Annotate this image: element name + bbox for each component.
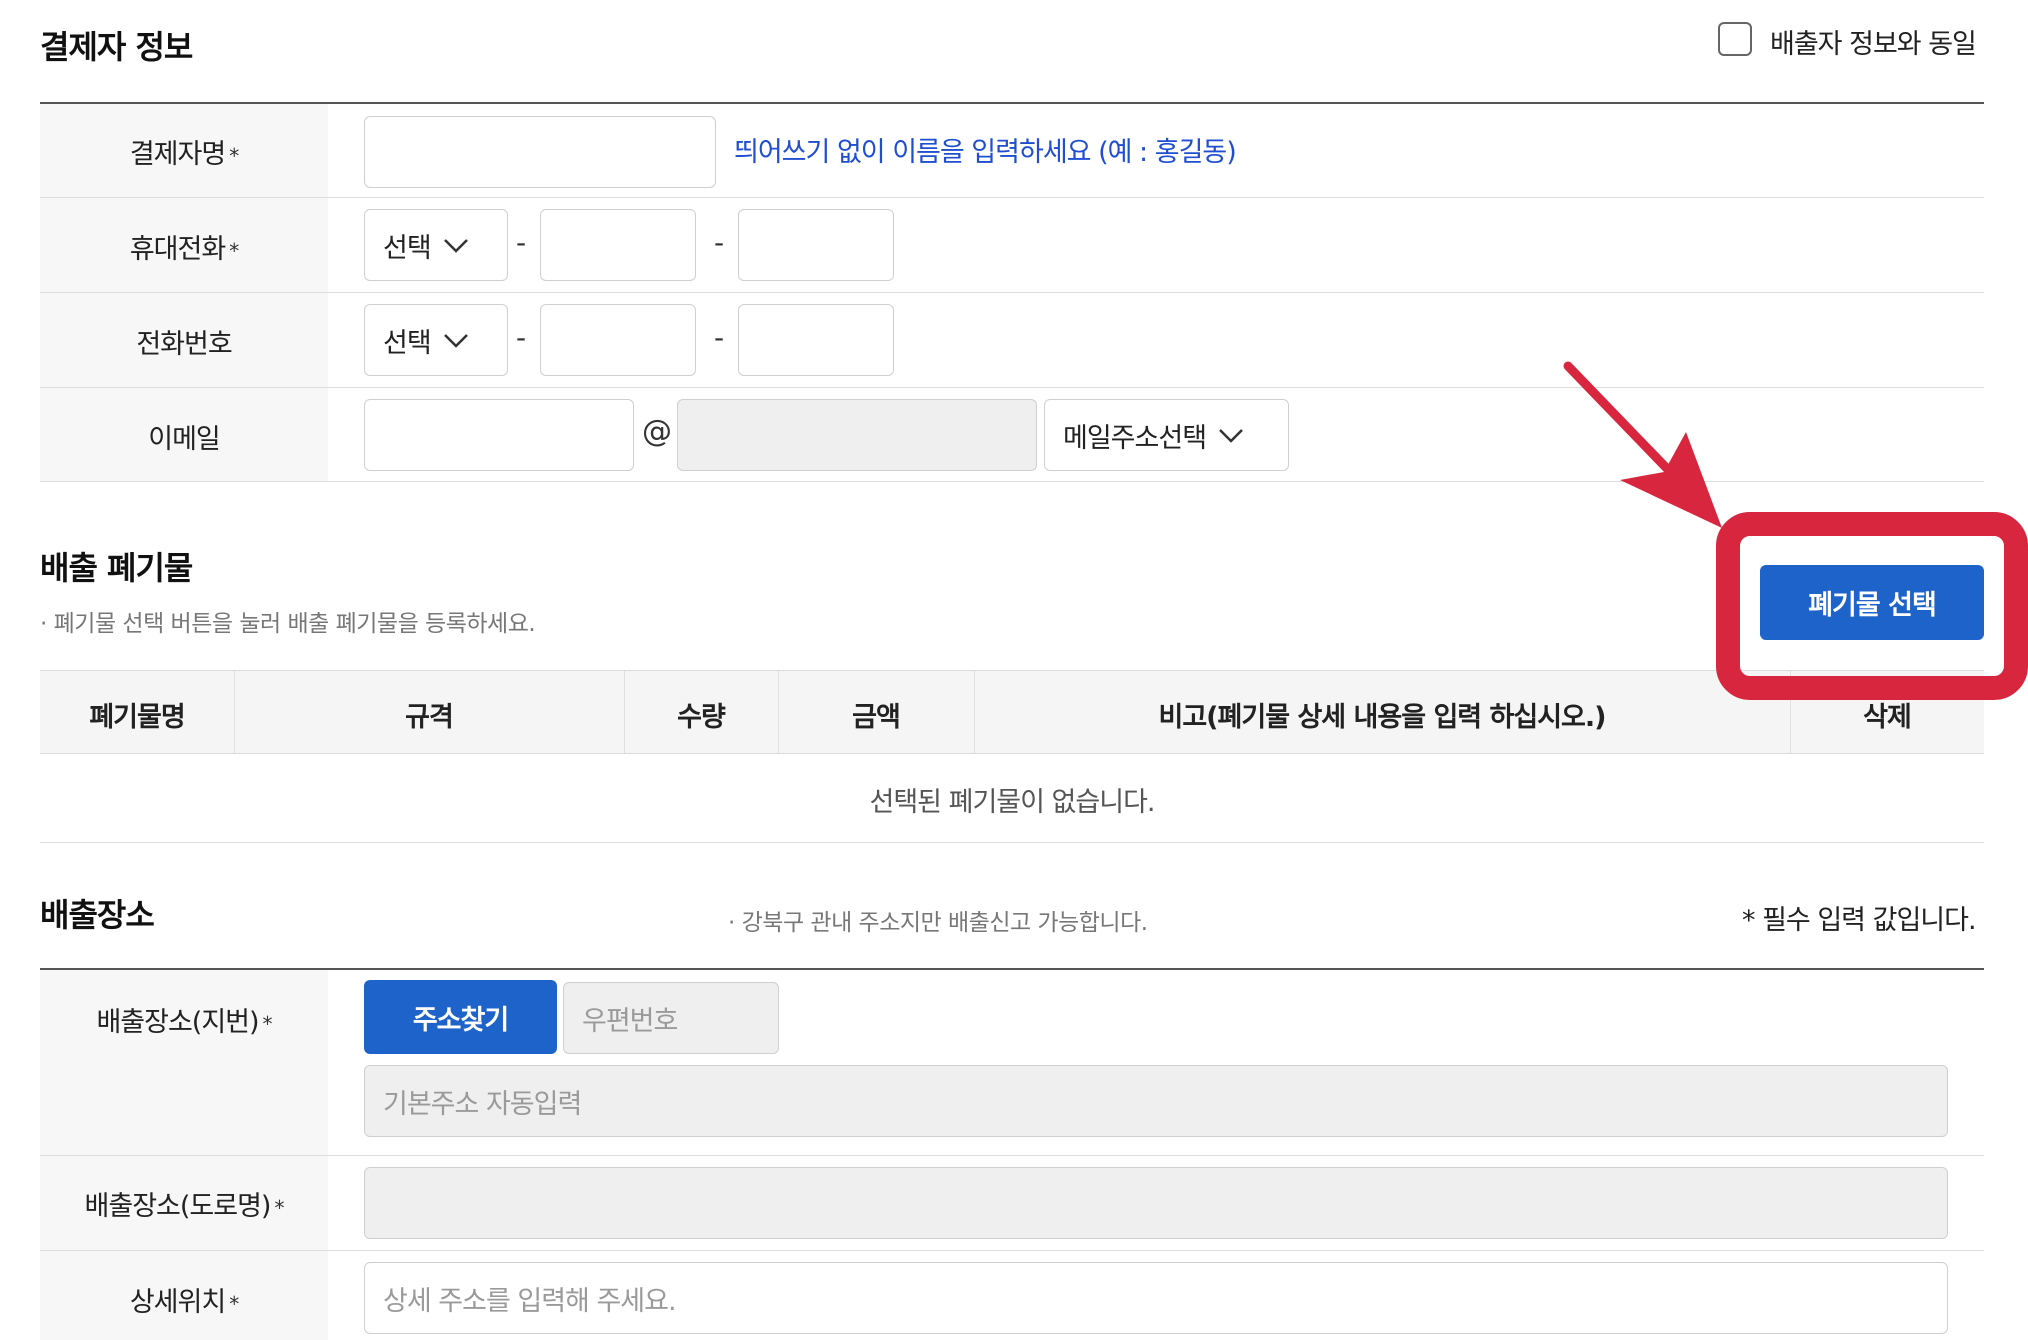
find-address-button[interactable]: 주소찾기 xyxy=(364,980,557,1054)
payer-name-label: 결제자명 * xyxy=(129,139,239,170)
row-divider xyxy=(40,1250,1984,1251)
road-address-label: 배출장소(도로명) * xyxy=(84,1191,285,1222)
road-address-input[interactable] xyxy=(364,1167,1948,1239)
phone-last-input[interactable] xyxy=(738,304,894,376)
email-label: 이메일 xyxy=(148,424,221,455)
dash-separator: - xyxy=(516,226,527,259)
location-notice: · 강북구 관내 주소지만 배출신고 가능합니다. xyxy=(728,910,1148,936)
chevron-down-icon xyxy=(1219,429,1243,443)
col-waste-name: 폐기물명 xyxy=(89,702,185,733)
email-domain-select[interactable]: 메일주소선택 xyxy=(1044,399,1289,471)
lot-address-label: 배출장소(지번) * xyxy=(96,1007,272,1038)
dash-separator: - xyxy=(714,321,725,354)
phone-label: 전화번호 xyxy=(136,329,232,360)
base-address-input[interactable]: 기본주소 자동입력 xyxy=(364,1065,1948,1137)
chevron-down-icon xyxy=(443,334,468,348)
same-as-discharger-label[interactable]: 배출자 정보와 동일 xyxy=(1770,22,1977,61)
waste-subtitle: · 폐기물 선택 버튼을 눌러 배출 폐기물을 등록하세요. xyxy=(40,611,536,637)
mobile-middle-input[interactable] xyxy=(540,209,696,281)
row-divider xyxy=(40,292,1984,293)
required-notice: * 필수 입력 값입니다. xyxy=(1742,905,1977,936)
location-table-top-border xyxy=(40,968,1984,970)
mobile-label: 휴대전화 * xyxy=(129,234,239,265)
col-quantity: 수량 xyxy=(677,702,726,733)
email-domain-input[interactable] xyxy=(677,399,1037,471)
row-divider xyxy=(40,842,1984,843)
chevron-down-icon xyxy=(443,239,468,253)
col-amount: 금액 xyxy=(852,702,901,733)
detail-location-input[interactable]: 상세 주소를 입력해 주세요. xyxy=(364,1262,1948,1334)
payer-name-hint: 띄어쓰기 없이 이름을 입력하세요 (예 : 홍길동) xyxy=(734,137,1237,168)
payer-name-input[interactable] xyxy=(364,116,716,188)
waste-table-header: 폐기물명 규격 수량 금액 비고(폐기물 상세 내용을 입력 하십시오.) 삭제 xyxy=(40,670,1984,754)
mobile-last-input[interactable] xyxy=(738,209,894,281)
payer-table-top-border xyxy=(40,102,1984,104)
waste-empty-message: 선택된 폐기물이 없습니다. xyxy=(869,787,1156,818)
location-section-title: 배출장소 xyxy=(40,896,155,934)
phone-middle-input[interactable] xyxy=(540,304,696,376)
dash-separator: - xyxy=(516,321,527,354)
postal-code-input[interactable]: 우편번호 xyxy=(563,982,779,1054)
detail-location-label: 상세위치 * xyxy=(129,1287,239,1318)
email-id-input[interactable] xyxy=(364,399,634,471)
same-as-discharger-checkbox[interactable] xyxy=(1718,22,1752,56)
phone-prefix-select[interactable]: 선택 xyxy=(364,304,508,376)
email-at-sign: @ xyxy=(642,414,672,449)
col-delete: 삭제 xyxy=(1863,702,1912,733)
col-spec: 규격 xyxy=(405,702,454,733)
annotation-arrow-icon xyxy=(1563,361,1722,528)
payer-section-title: 결제자 정보 xyxy=(40,28,193,66)
col-remarks: 비고(폐기물 상세 내용을 입력 하십시오.) xyxy=(1158,702,1607,733)
waste-section-title: 배출 폐기물 xyxy=(40,549,193,587)
mobile-prefix-select[interactable]: 선택 xyxy=(364,209,508,281)
row-divider xyxy=(40,1155,1984,1156)
dash-separator: - xyxy=(714,226,725,259)
row-divider xyxy=(40,197,1984,198)
annotation-highlight-box xyxy=(1716,512,2028,700)
